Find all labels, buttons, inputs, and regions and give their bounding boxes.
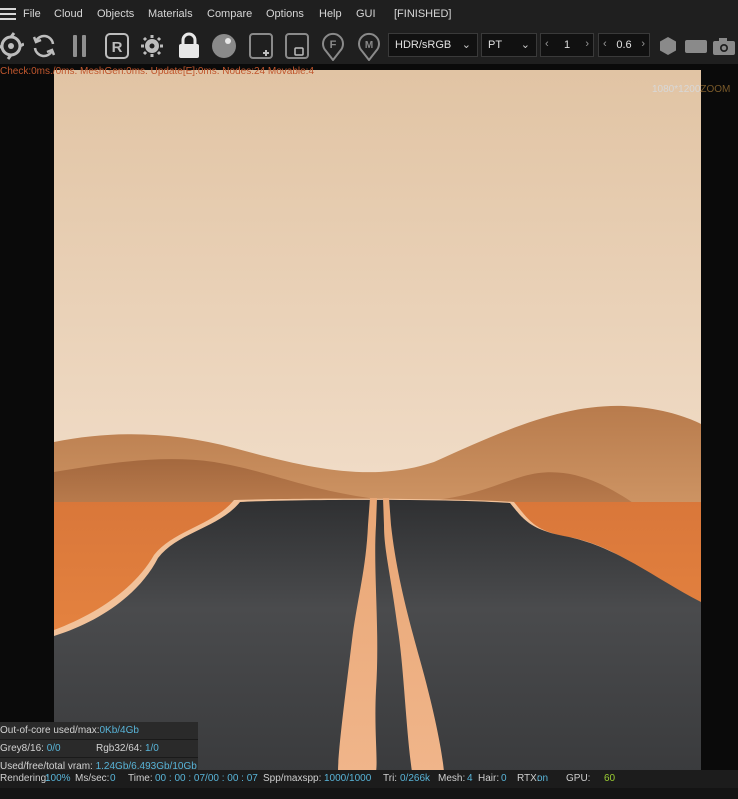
menu-help[interactable]: Help xyxy=(319,8,342,20)
octane-logo-icon[interactable] xyxy=(0,31,24,61)
rendering-value: 100% xyxy=(45,773,71,784)
gpu-label: GPU: xyxy=(566,773,591,784)
mssec-label: Ms/sec: xyxy=(75,773,110,784)
focus-region-icon[interactable] xyxy=(284,31,310,61)
menu-options[interactable]: Options xyxy=(266,8,304,20)
menu-materials[interactable]: Materials xyxy=(148,8,193,20)
grey-value: 0/0 xyxy=(46,743,61,754)
hexagon-icon[interactable] xyxy=(655,31,677,61)
pause-icon[interactable] xyxy=(67,31,93,61)
rendering-label: Rendering: xyxy=(0,773,49,784)
lock-icon[interactable] xyxy=(176,31,202,61)
hamburger-menu-icon[interactable] xyxy=(0,8,16,20)
restart-icon[interactable]: R xyxy=(104,31,130,61)
sphere-icon[interactable] xyxy=(211,31,237,61)
rtx-value: on xyxy=(537,773,549,784)
spinner-1[interactable]: ‹ 1 › xyxy=(540,33,594,57)
hair-label: Hair: xyxy=(478,773,500,784)
spinner-2[interactable]: ‹ 0.6 › xyxy=(598,33,650,57)
zoom-label: ZOOM xyxy=(700,84,731,95)
menu-cloud[interactable]: Cloud xyxy=(54,8,83,20)
increment-icon[interactable]: › xyxy=(585,38,589,50)
settings-gear-icon[interactable] xyxy=(139,31,165,61)
focus-letter: F xyxy=(330,39,337,51)
color-space-select[interactable]: HDR/sRGB ⌄ xyxy=(388,33,478,57)
menu-objects[interactable]: Objects xyxy=(97,8,134,20)
rgb-group: Rgb32/64: 1/0 xyxy=(96,740,159,757)
render-stats-line: Check:0ms./0ms. MeshGen:0ms. Update[E]:0… xyxy=(0,66,315,77)
textures-row: Grey8/16: 0/0 Rgb32/64: 1/0 xyxy=(0,740,198,758)
add-region-icon[interactable] xyxy=(248,31,274,61)
out-of-core-label: Out-of-core used/max: xyxy=(0,725,100,736)
camera-icon[interactable] xyxy=(711,31,735,61)
memory-info-panel: Out-of-core used/max:0Kb/4Gb Grey8/16: 0… xyxy=(0,722,198,776)
color-space-value: HDR/sRGB xyxy=(395,39,452,51)
menu-file[interactable]: File xyxy=(23,8,41,20)
spp-label: Spp/maxspp: xyxy=(263,773,322,784)
reload-icon[interactable] xyxy=(31,31,57,61)
mesh-value: 4 xyxy=(467,773,473,784)
resolution-label: 1080*1200ZOOM xyxy=(652,84,730,95)
tri-label: Tri: xyxy=(383,773,398,784)
menu-bar: File Cloud Objects Materials Compare Opt… xyxy=(0,0,738,30)
restart-letter: R xyxy=(112,39,123,56)
toolbar: R F M HDR/sRGB ⌄ PT ⌄ ‹ 1 › ‹ 0.6 › xyxy=(0,30,738,64)
chevron-down-icon: ⌄ xyxy=(461,39,471,51)
kernel-value: PT xyxy=(488,39,503,51)
spp-value: 1000/1000 xyxy=(324,773,372,784)
out-of-core-value: 0Kb/4Gb xyxy=(99,725,139,736)
material-letter: M xyxy=(365,40,373,51)
resolution-value: 1080*1200 xyxy=(652,84,701,95)
render-status-label: [FINISHED] xyxy=(394,8,452,20)
region-icon[interactable] xyxy=(683,31,707,61)
grey-label: Grey8/16: xyxy=(0,743,44,754)
menu-compare[interactable]: Compare xyxy=(207,8,252,20)
render-image[interactable] xyxy=(54,70,701,772)
time-value: 00 : 00 : 07/00 : 00 : 07 xyxy=(155,773,258,784)
status-bar: Rendering: 100% Ms/sec: 0 Time: 00 : 00 … xyxy=(0,770,738,788)
material-picker-icon[interactable]: M xyxy=(356,31,382,61)
gpu-value: 60 xyxy=(604,773,616,784)
kernel-select[interactable]: PT ⌄ xyxy=(481,33,537,57)
rgb-value: 1/0 xyxy=(144,743,159,754)
increment-icon[interactable]: › xyxy=(641,38,645,50)
mesh-label: Mesh: xyxy=(438,773,466,784)
bottom-strip xyxy=(0,788,738,799)
chevron-down-icon: ⌄ xyxy=(520,39,530,51)
hair-value: 0 xyxy=(501,773,507,784)
out-of-core-row: Out-of-core used/max:0Kb/4Gb xyxy=(0,722,198,740)
rgb-label: Rgb32/64: xyxy=(96,743,143,754)
menu-gui[interactable]: GUI xyxy=(356,8,376,20)
time-label: Time: xyxy=(128,773,153,784)
focus-picker-icon[interactable]: F xyxy=(320,31,346,61)
tri-value: 0/266k xyxy=(400,773,431,784)
mssec-value: 0 xyxy=(110,773,116,784)
